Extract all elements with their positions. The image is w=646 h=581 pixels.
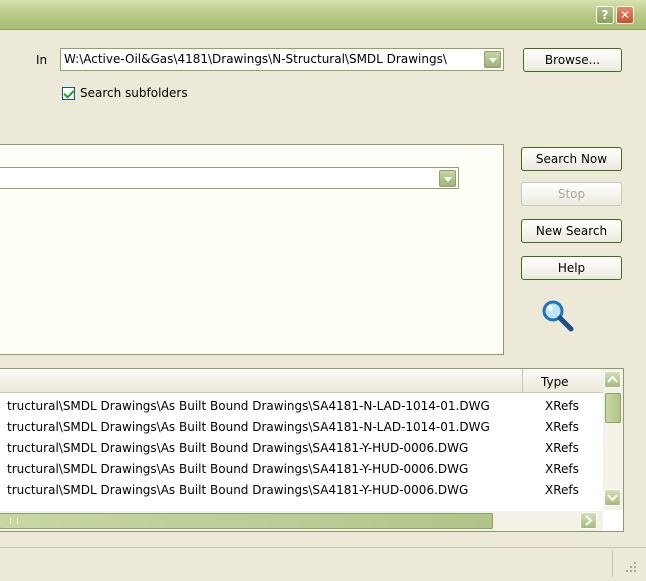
new-search-button[interactable]: New Search (521, 219, 622, 243)
results-header: Type (0, 369, 604, 393)
row-path: tructural\SMDL Drawings\As Built Bound D… (7, 420, 490, 434)
chevron-down-icon (607, 494, 618, 502)
vertical-scrollbar[interactable] (603, 369, 623, 510)
row-path: tructural\SMDL Drawings\As Built Bound D… (7, 441, 469, 455)
row-path: tructural\SMDL Drawings\As Built Bound D… (7, 399, 490, 413)
row-type: XRefs (545, 441, 579, 455)
in-label: In (36, 53, 48, 67)
table-row[interactable]: tructural\SMDL Drawings\As Built Bound D… (7, 439, 468, 457)
table-row[interactable]: tructural\SMDL Drawings\As Built Bound D… (7, 481, 468, 499)
table-row[interactable]: tructural\SMDL Drawings\As Built Bound D… (7, 418, 490, 436)
close-button[interactable]: ✕ (616, 6, 634, 24)
row-path: tructural\SMDL Drawings\As Built Bound D… (7, 462, 469, 476)
search-now-button[interactable]: Search Now (521, 147, 622, 171)
results-list[interactable]: Type tructural\SMDL Drawings\As Built Bo… (0, 368, 624, 532)
row-type: XRefs (545, 420, 579, 434)
table-row[interactable]: tructural\SMDL Drawings\As Built Bound D… (7, 460, 468, 478)
table-row[interactable]: tructural\SMDL Drawings\As Built Bound D… (7, 397, 490, 415)
help-button[interactable]: Help (521, 256, 622, 280)
search-subfolders-label: Search subfolders (80, 86, 188, 100)
column-divider (522, 369, 523, 393)
scroll-down-button[interactable] (604, 489, 621, 506)
help-title-button[interactable]: ? (596, 6, 614, 24)
stop-button: Stop (521, 182, 622, 206)
horizontal-scrollbar[interactable] (0, 511, 603, 531)
thumb-grip (10, 518, 18, 524)
look-in-value: W:\Active-Oil&Gas\4181\Drawings\N-Struct… (64, 52, 447, 66)
look-in-combo[interactable]: W:\Active-Oil&Gas\4181\Drawings\N-Struct… (60, 48, 504, 71)
chevron-right-icon (585, 515, 593, 526)
search-subfolders-checkbox[interactable] (62, 87, 75, 100)
status-divider (612, 551, 613, 577)
column-header-type[interactable]: Type (541, 375, 569, 389)
row-type: XRefs (545, 462, 579, 476)
chevron-down-icon[interactable] (439, 170, 456, 187)
scroll-right-button[interactable] (580, 512, 597, 529)
status-bar (0, 547, 646, 581)
vertical-scroll-thumb[interactable] (605, 393, 621, 423)
horizontal-scroll-thumb[interactable] (0, 513, 493, 529)
chevron-down-icon[interactable] (484, 51, 501, 68)
magnifier-icon (542, 300, 574, 332)
row-type: XRefs (545, 483, 579, 497)
scroll-up-button[interactable] (604, 371, 621, 388)
row-type: XRefs (545, 399, 579, 413)
row-path: tructural\SMDL Drawings\As Built Bound D… (7, 483, 469, 497)
chevron-up-icon (607, 375, 618, 383)
search-criteria-panel (0, 144, 504, 355)
title-bar (0, 0, 646, 30)
criteria-combo[interactable] (0, 167, 459, 189)
resize-grip-icon[interactable] (624, 560, 638, 574)
browse-button[interactable]: Browse... (523, 48, 622, 72)
